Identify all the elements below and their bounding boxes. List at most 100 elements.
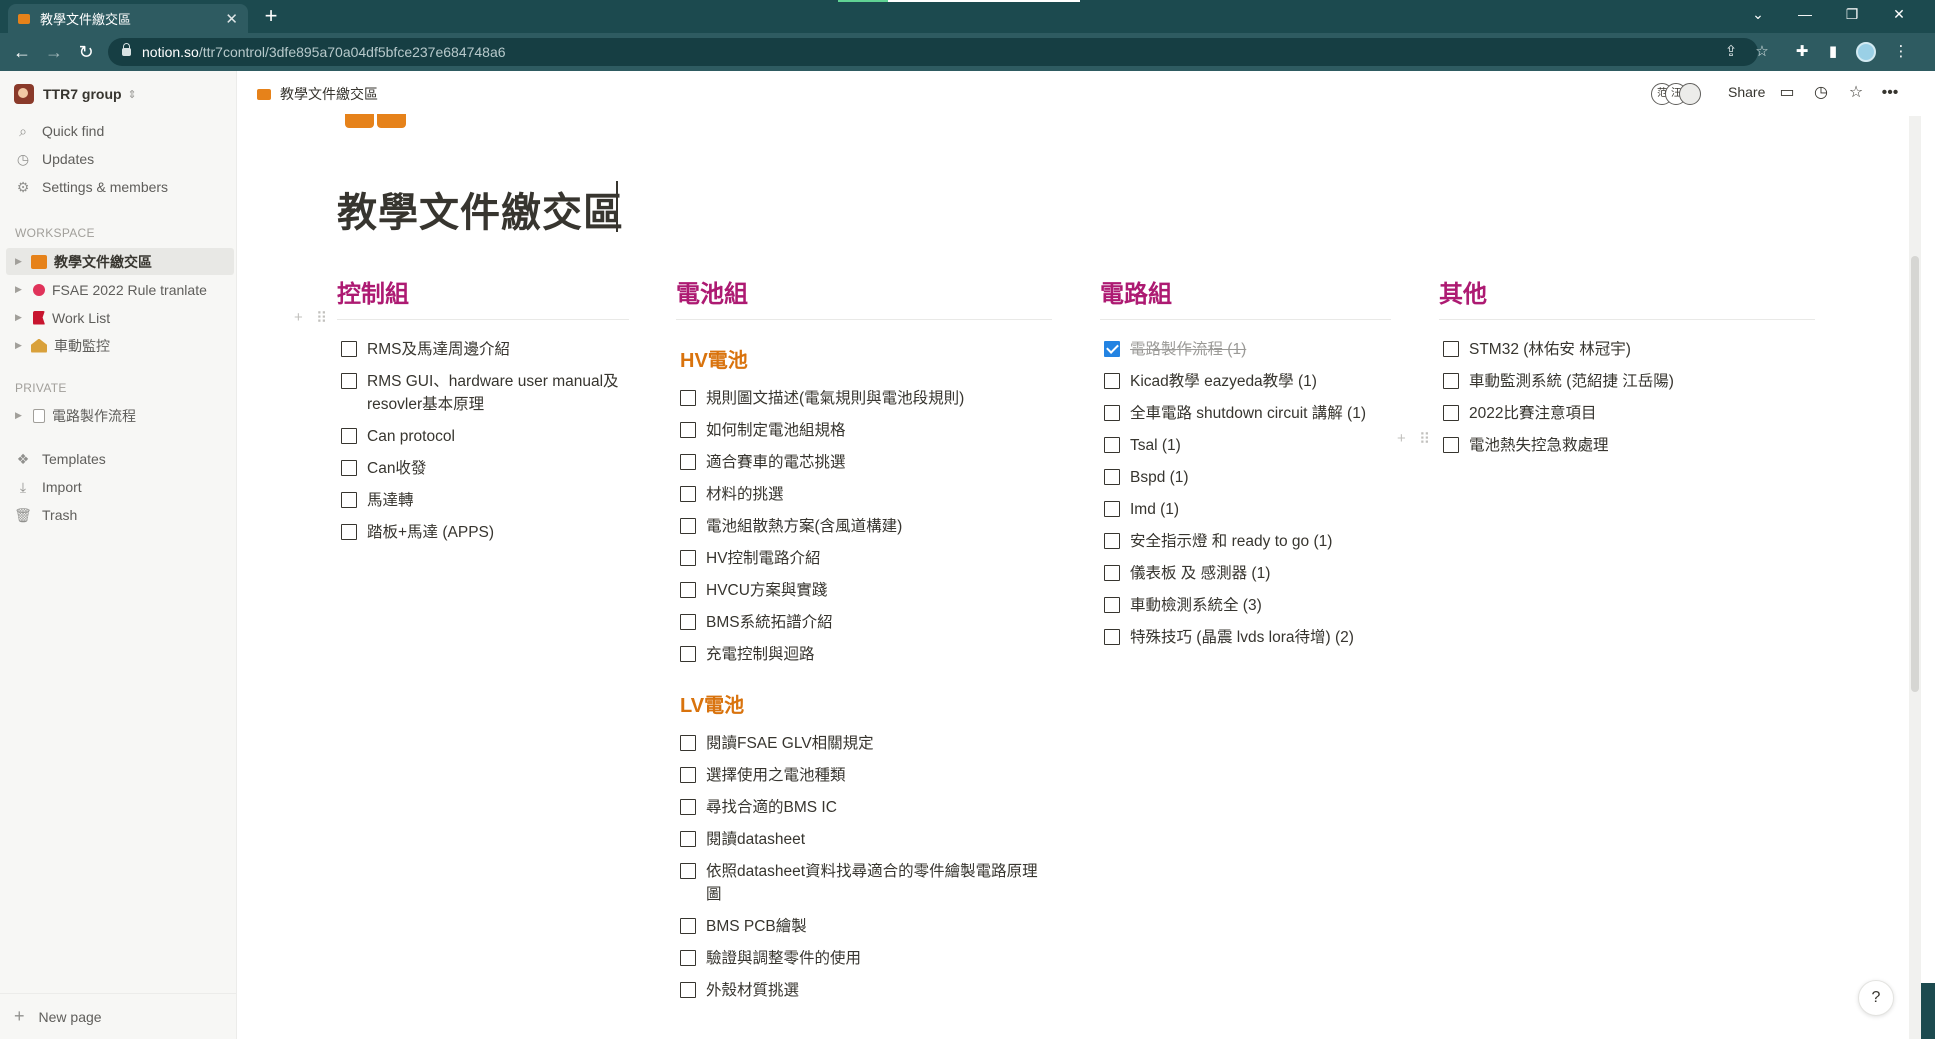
share-button[interactable]: Share [1728,84,1765,100]
todo-item[interactable]: 規則圖文描述(電氣規則與電池段規則) [676,383,1052,415]
checkbox[interactable] [680,799,696,815]
checkbox[interactable] [1104,405,1120,421]
subheading-lv[interactable]: LV電池 [680,689,1052,718]
todo-text[interactable]: 閱讀FSAE GLV相關規定 [706,732,874,755]
checkbox[interactable] [1104,565,1120,581]
checkbox[interactable] [680,950,696,966]
sidebar-page-teaching[interactable]: ▶ 教學文件繳交區 [6,248,234,275]
expand-triangle-icon[interactable]: ▶ [15,340,25,351]
tab-search-icon[interactable]: ⌄ [1734,0,1782,30]
side-panel-icon[interactable]: ▮ [1821,40,1845,64]
page-title[interactable]: 教學文件繳交區 [337,180,624,238]
checkbox[interactable] [341,492,357,508]
todo-text[interactable]: HVCU方案與實踐 [706,579,827,602]
todo-text[interactable]: BMS系統拓譜介紹 [706,611,833,634]
todo-item[interactable]: 驗證與調整零件的使用 [676,943,1052,975]
page-book-icon[interactable] [345,114,407,129]
todo-item[interactable]: 車動檢測系統全 (3) [1100,590,1391,622]
todo-item[interactable]: Tsal (1) [1100,430,1391,462]
checkbox[interactable] [680,918,696,934]
todo-item[interactable]: Imd (1) [1100,494,1391,526]
todo-item[interactable]: 馬達轉 [337,485,629,517]
breadcrumb[interactable]: 教學文件繳交區 [257,84,378,104]
checkbox[interactable] [680,582,696,598]
todo-text[interactable]: 依照datasheet資料找尋適合的零件繪製電路原理圖 [706,860,1052,906]
todo-text[interactable]: 選擇使用之電池種類 [706,764,846,787]
checkbox[interactable] [680,735,696,751]
column-heading[interactable]: 其他 [1439,274,1815,320]
browser-menu-icon[interactable]: ⋮ [1889,40,1913,64]
todo-item[interactable]: 適合賽車的電芯挑選 [676,447,1052,479]
checkbox[interactable] [1104,629,1120,645]
checkbox[interactable] [680,831,696,847]
import-button[interactable]: ⤓ Import [14,475,82,499]
todo-text[interactable]: 電池組散熱方案(含風道構建) [706,515,902,538]
column-heading[interactable]: 電路組 [1100,274,1391,320]
trash-button[interactable]: 🗑 Trash [14,503,77,527]
extensions-icon[interactable]: ✚ [1790,40,1814,64]
workspace-switcher[interactable]: TTR7 group ⇕ [14,84,137,104]
restore-icon[interactable]: ❐ [1828,0,1876,30]
todo-item[interactable]: 電池組散熱方案(含風道構建) [676,511,1052,543]
checkbox[interactable] [680,550,696,566]
todo-item[interactable]: Kicad教學 eazyeda教學 (1) [1100,366,1391,398]
todo-item[interactable]: BMS PCB繪製 [676,911,1052,943]
close-window-icon[interactable]: ✕ [1875,0,1923,30]
browser-tab[interactable]: 教學文件繳交區 ✕ [8,4,248,33]
todo-item[interactable]: 電池熱失控急救處理 [1439,430,1815,462]
checkbox[interactable] [680,982,696,998]
todo-text[interactable]: RMS GUI、hardware user manual及resovler基本原… [367,370,629,416]
page-scrollbar[interactable] [1909,116,1921,1039]
checkbox[interactable] [1104,533,1120,549]
checkbox[interactable] [680,646,696,662]
collaborator-avatars[interactable]: 范 汪 [1651,83,1705,107]
share-page-icon[interactable]: ⇪ [1721,42,1741,60]
bookmark-star-icon[interactable]: ☆ [1752,42,1772,60]
column-heading[interactable]: 電池組 [676,274,1052,320]
todo-text[interactable]: STM32 (林佑安 林冠宇) [1469,338,1631,361]
drag-handle-icon[interactable]: ⠿ [316,309,327,327]
checkbox[interactable] [341,341,357,357]
forward-icon[interactable]: → [40,39,68,65]
checkbox[interactable] [680,863,696,879]
todo-text[interactable]: BMS PCB繪製 [706,915,807,938]
quick-find-button[interactable]: ⌕ Quick find [14,119,104,143]
checkbox[interactable] [1443,373,1459,389]
todo-text[interactable]: 外殼材質挑選 [706,979,799,1002]
checkbox[interactable] [1443,405,1459,421]
todo-item[interactable]: 儀表板 及 感測器 (1) [1100,558,1391,590]
todo-item[interactable]: 閱讀FSAE GLV相關規定 [676,728,1052,760]
todo-text[interactable]: 2022比賽注意項目 [1469,402,1596,425]
expand-triangle-icon[interactable]: ▶ [15,410,25,421]
todo-text[interactable]: 車動監測系統 (范紹捷 江岳陽) [1469,370,1674,393]
todo-item[interactable]: RMS GUI、hardware user manual及resovler基本原… [337,366,629,421]
todo-item[interactable]: 如何制定電池組規格 [676,415,1052,447]
todo-item[interactable]: 閱讀datasheet [676,824,1052,856]
todo-item[interactable]: 充電控制與迴路 [676,639,1052,671]
expand-triangle-icon[interactable]: ▶ [15,256,25,267]
todo-text[interactable]: 驗證與調整零件的使用 [706,947,861,970]
sidebar-page-work-list[interactable]: ▶ Work List [6,304,234,331]
checkbox[interactable] [680,422,696,438]
todo-item[interactable]: HVCU方案與實踐 [676,575,1052,607]
todo-item[interactable]: 特殊技巧 (晶震 lvds lora待增) (2) [1100,622,1391,654]
todo-item[interactable]: BMS系統拓譜介紹 [676,607,1052,639]
todo-item[interactable]: 外殼材質挑選 [676,975,1052,1007]
expand-triangle-icon[interactable]: ▶ [15,312,25,323]
checkbox[interactable] [341,460,357,476]
tab-close-icon[interactable]: ✕ [225,10,238,28]
sidebar-page-vehicle-monitor[interactable]: ▶ 車動監控 [6,332,234,359]
todo-text[interactable]: 特殊技巧 (晶震 lvds lora待增) (2) [1130,626,1354,649]
reload-icon[interactable]: ↻ [72,39,100,65]
todo-item[interactable]: HV控制電路介紹 [676,543,1052,575]
todo-text[interactable]: 儀表板 及 感測器 (1) [1130,562,1270,585]
todo-text[interactable]: 全車電路 shutdown circuit 講解 (1) [1130,402,1366,425]
todo-item[interactable]: Can收發 [337,453,629,485]
todo-item[interactable]: 選擇使用之電池種類 [676,760,1052,792]
todo-text[interactable]: HV控制電路介紹 [706,547,821,570]
todo-item[interactable]: 材料的挑選 [676,479,1052,511]
checkbox[interactable] [341,524,357,540]
todo-text[interactable]: 適合賽車的電芯挑選 [706,451,846,474]
add-block-icon[interactable]: + [294,309,303,326]
checkbox[interactable] [680,486,696,502]
